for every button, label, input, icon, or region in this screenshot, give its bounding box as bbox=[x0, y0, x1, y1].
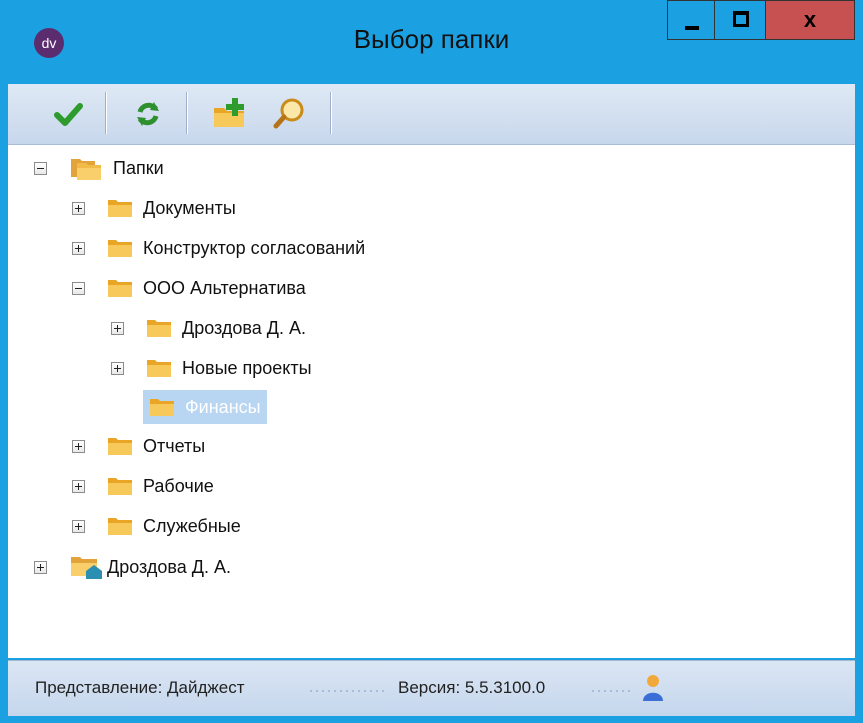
toolbar-separator bbox=[186, 92, 188, 134]
tree-label: Финансы bbox=[185, 396, 261, 417]
folder-icon bbox=[108, 280, 132, 297]
folder-icon bbox=[150, 399, 174, 416]
folder-tree: Папки Документы Конструктор согласований… bbox=[8, 145, 855, 658]
tree-node[interactable]: Отчеты bbox=[72, 428, 205, 464]
title-bar[interactable]: dv Выбор папки x bbox=[0, 0, 863, 84]
tree-label: Документы bbox=[143, 197, 236, 218]
toolbar-separator bbox=[105, 92, 107, 134]
folder-icon bbox=[108, 240, 132, 257]
find-button[interactable] bbox=[270, 94, 310, 134]
folder-group-icon bbox=[71, 159, 101, 180]
expand-toggle-icon[interactable] bbox=[72, 519, 85, 533]
folder-icon bbox=[147, 360, 171, 377]
tree-node-personal-root[interactable]: Дроздова Д. А. bbox=[34, 549, 231, 585]
folder-icon bbox=[108, 200, 132, 217]
new-folder-icon bbox=[214, 98, 244, 127]
expand-toggle-icon[interactable] bbox=[72, 241, 85, 255]
folder-icon bbox=[108, 478, 132, 495]
folder-icon bbox=[108, 518, 132, 535]
tree-label: Дроздова Д. А. bbox=[107, 556, 231, 577]
status-bar: Представление: Дайджест Версия: 5.5.3100… bbox=[8, 660, 855, 716]
maximize-button[interactable] bbox=[714, 0, 766, 40]
home-folder-icon bbox=[71, 557, 102, 579]
toolbar-separator bbox=[330, 92, 332, 134]
tree-node-root[interactable]: Папки bbox=[34, 150, 164, 186]
folder-picker-window: dv Выбор папки x Папки Документы Констру… bbox=[0, 0, 863, 723]
user-icon[interactable] bbox=[640, 673, 666, 703]
toolbar bbox=[8, 84, 855, 145]
tree-label: Новые проекты bbox=[182, 357, 312, 378]
expand-toggle-icon[interactable] bbox=[72, 439, 85, 453]
tree-label: Рабочие bbox=[143, 475, 214, 496]
close-button[interactable]: x bbox=[765, 0, 855, 40]
collapse-toggle-icon[interactable] bbox=[72, 281, 85, 295]
refresh-button[interactable] bbox=[128, 94, 168, 134]
tree-node[interactable]: Документы bbox=[72, 190, 236, 226]
expand-toggle-icon[interactable] bbox=[111, 361, 124, 375]
tree-node[interactable]: Дроздова Д. А. bbox=[111, 310, 306, 346]
new-folder-button[interactable] bbox=[210, 94, 250, 134]
expand-toggle-icon[interactable] bbox=[72, 201, 85, 215]
refresh-icon bbox=[137, 102, 159, 126]
tree-node-selected[interactable]: Финансы bbox=[143, 390, 267, 424]
status-divider bbox=[592, 690, 632, 692]
folder-icon bbox=[108, 438, 132, 455]
tree-label: ООО Альтернатива bbox=[143, 277, 306, 298]
tree-node[interactable]: ООО Альтернатива bbox=[72, 270, 306, 306]
expand-toggle-icon[interactable] bbox=[34, 560, 47, 574]
tree-label: Папки bbox=[113, 157, 164, 178]
tree-node[interactable]: Рабочие bbox=[72, 468, 214, 504]
tree-node[interactable]: Служебные bbox=[72, 508, 241, 544]
tree-label: Отчеты bbox=[143, 435, 206, 456]
collapse-toggle-icon[interactable] bbox=[34, 161, 47, 175]
status-divider bbox=[310, 690, 388, 692]
checkmark-icon bbox=[54, 103, 83, 126]
expand-toggle-icon[interactable] bbox=[72, 479, 85, 493]
search-icon bbox=[273, 98, 304, 129]
ok-button[interactable] bbox=[48, 94, 88, 134]
close-icon: x bbox=[803, 7, 817, 32]
version-status: Версия: 5.5.3100.0 bbox=[398, 678, 546, 697]
tree-node[interactable]: Конструктор согласований bbox=[72, 230, 365, 266]
folder-icon bbox=[147, 320, 171, 337]
tree-node[interactable]: Новые проекты bbox=[111, 350, 312, 386]
tree-label: Дроздова Д. А. bbox=[182, 317, 306, 338]
expand-toggle-icon[interactable] bbox=[111, 321, 124, 335]
tree-label: Служебные bbox=[143, 515, 241, 536]
view-status: Представление: Дайджест bbox=[35, 678, 245, 697]
tree-label: Конструктор согласований bbox=[143, 237, 366, 258]
minimize-button[interactable] bbox=[667, 0, 715, 40]
